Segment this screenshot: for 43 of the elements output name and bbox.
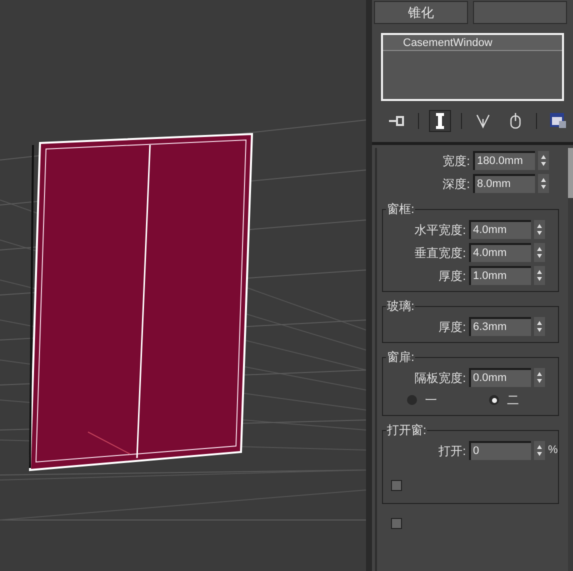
end-result-icon[interactable] [436, 113, 444, 129]
radio-label: 二 [507, 392, 519, 409]
field-label: 隔板宽度: [414, 370, 466, 386]
spinner-arrows-icon[interactable] [538, 174, 549, 193]
radio-button[interactable] [489, 395, 499, 405]
spinner-field[interactable]: 1.0mm [469, 266, 531, 285]
field-label: 宽度: [442, 152, 470, 170]
spinner-arrows-icon[interactable] [534, 220, 545, 239]
spinner-field[interactable]: 0.0mm [469, 368, 531, 387]
spinner-arrows-icon[interactable] [534, 243, 545, 262]
spinner-field[interactable]: 4.0mm [469, 220, 531, 239]
field-label: 水平宽度: [414, 222, 466, 238]
group-title: 窗框: [386, 201, 416, 218]
spinner-field[interactable]: 180.0mm [473, 151, 535, 170]
group-title: 打开窗: [386, 422, 428, 439]
spinner-field[interactable]: 8.0mm [473, 174, 535, 193]
field-label: 垂直宽度: [414, 244, 466, 262]
modifier-button[interactable]: 锥化 [374, 1, 468, 24]
pin-icon[interactable] [389, 115, 405, 127]
spinner-arrows-icon[interactable] [534, 441, 545, 460]
spinner-arrows-icon[interactable] [534, 266, 545, 285]
group-title: 玻璃: [386, 298, 416, 315]
spinner-arrows-icon[interactable] [538, 151, 549, 170]
group-title: 窗扉: [386, 349, 416, 366]
configure-icon[interactable] [550, 113, 566, 129]
spinner-field[interactable]: 0 [469, 441, 531, 460]
spinner-arrows-icon[interactable] [534, 368, 545, 387]
spinner-arrows-icon[interactable] [534, 317, 545, 336]
radio-label: 一 [425, 392, 437, 409]
field-label: 厚度: [438, 318, 466, 336]
field-label: 深度: [442, 176, 470, 192]
checkbox[interactable] [391, 480, 402, 491]
spinner-field[interactable]: 4.0mm [469, 243, 531, 262]
fork-icon[interactable] [476, 113, 490, 129]
field-label: 打开: [438, 442, 466, 460]
checkbox[interactable] [391, 518, 402, 529]
scrollbar[interactable] [568, 148, 573, 571]
unit-label: % [548, 443, 558, 458]
spinner-field[interactable]: 6.3mm [469, 317, 531, 336]
radio-button[interactable] [407, 395, 417, 405]
stack-item[interactable]: CasementWindow [383, 35, 562, 51]
mouse-icon[interactable] [510, 113, 520, 129]
field-label: 厚度: [438, 268, 466, 284]
